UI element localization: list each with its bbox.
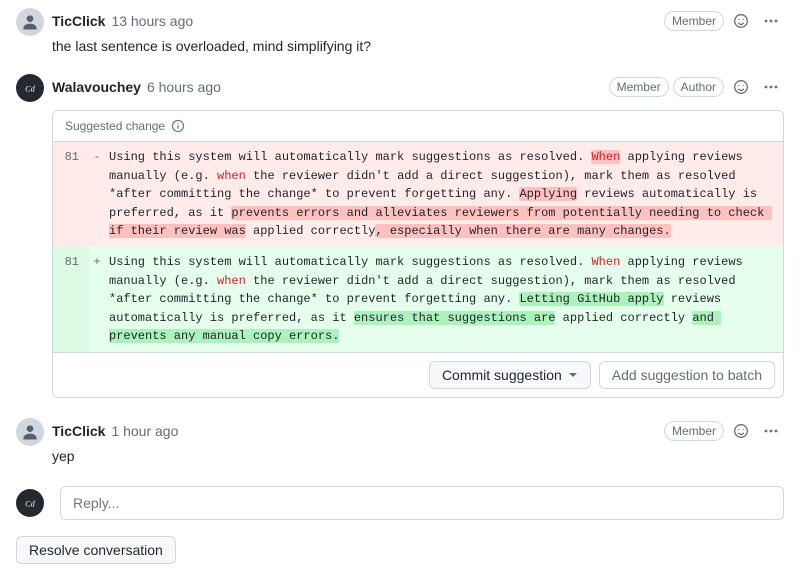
comment: Cd Walavouchey 6 hours ago Member Author… xyxy=(16,66,784,404)
avatar[interactable] xyxy=(16,8,44,36)
timestamp: 13 hours ago xyxy=(111,13,193,29)
comment: TicClick 13 hours ago Member the last se… xyxy=(16,0,784,60)
suggested-change-box: Suggested change 81 - Using this system … xyxy=(52,110,784,398)
resolve-conversation-button[interactable]: Resolve conversation xyxy=(16,536,176,564)
comment: TicClick 1 hour ago Member yep xyxy=(16,410,784,470)
author-link[interactable]: TicClick xyxy=(52,13,105,29)
kebab-icon[interactable] xyxy=(758,8,784,34)
suggested-change-header: Suggested change xyxy=(53,111,783,142)
suggested-change-label: Suggested change xyxy=(65,119,165,133)
reply-row: Cd xyxy=(16,486,784,520)
role-badge: Member xyxy=(664,11,724,31)
avatar[interactable] xyxy=(16,418,44,446)
timestamp: 6 hours ago xyxy=(147,79,221,95)
kebab-icon[interactable] xyxy=(758,74,784,100)
kebab-icon[interactable] xyxy=(758,418,784,444)
timestamp: 1 hour ago xyxy=(111,423,178,439)
diff-table: 81 - Using this system will automaticall… xyxy=(53,142,783,352)
avatar[interactable]: Cd xyxy=(16,489,44,517)
reply-input[interactable] xyxy=(60,486,784,520)
code-new: Using this system will automatically mar… xyxy=(105,247,783,352)
comment-body: yep xyxy=(52,448,784,464)
svg-text:Cd: Cd xyxy=(25,499,36,508)
svg-text:Cd: Cd xyxy=(25,84,36,93)
info-icon[interactable] xyxy=(171,119,185,133)
role-badge: Member xyxy=(609,77,669,97)
commit-suggestion-button[interactable]: Commit suggestion xyxy=(429,361,591,389)
emoji-icon[interactable] xyxy=(728,74,754,100)
diff-line-added: 81 + Using this system will automaticall… xyxy=(53,247,783,352)
comment-body: the last sentence is overloaded, mind si… xyxy=(52,38,784,54)
author-link[interactable]: TicClick xyxy=(52,423,105,439)
author-link[interactable]: Walavouchey xyxy=(52,79,141,95)
code-old: Using this system will automatically mar… xyxy=(105,142,783,247)
emoji-icon[interactable] xyxy=(728,8,754,34)
chevron-down-icon xyxy=(568,370,578,380)
role-badge: Member xyxy=(664,421,724,441)
line-number-new: 81 xyxy=(53,247,89,352)
line-number-old: 81 xyxy=(53,142,89,247)
avatar[interactable]: Cd xyxy=(16,74,44,102)
emoji-icon[interactable] xyxy=(728,418,754,444)
diff-line-deleted: 81 - Using this system will automaticall… xyxy=(53,142,783,247)
role-badge: Author xyxy=(673,77,724,97)
add-to-batch-button[interactable]: Add suggestion to batch xyxy=(599,361,775,389)
